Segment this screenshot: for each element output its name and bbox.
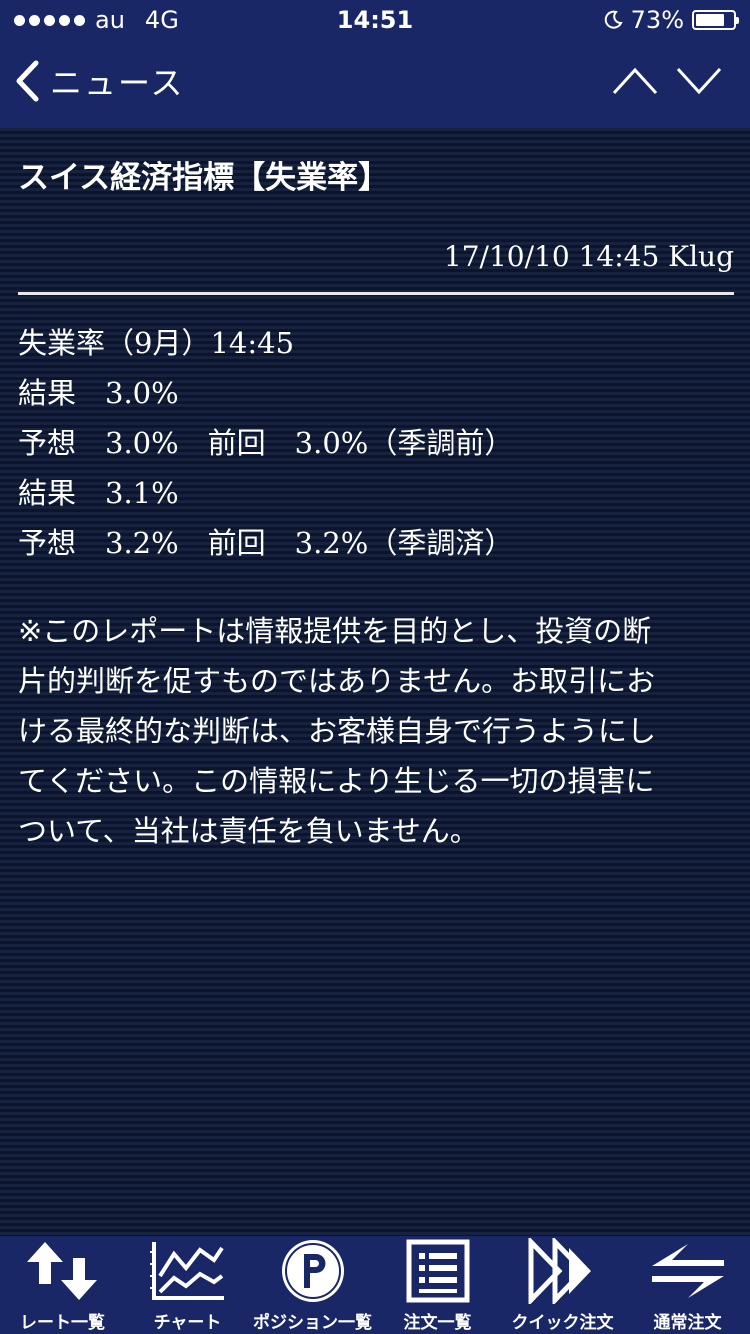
article-content: スイス経済指標【失業率】 17/10/10 14:45 Klug 失業率（9月）…: [0, 128, 750, 1236]
body-line: 結果 3.0%: [18, 376, 179, 410]
body-line: 予想 3.2% 前回 3.2%（季調済）: [18, 526, 514, 560]
status-bar: au 4G 14:51 73%: [0, 0, 750, 40]
previous-article-button[interactable]: [612, 66, 658, 100]
tab-label: チャート: [153, 1313, 222, 1333]
tab-normal-order[interactable]: 通常注文: [625, 1236, 750, 1334]
battery-icon: [692, 10, 739, 30]
tab-rate-list[interactable]: レート一覧: [0, 1236, 125, 1334]
disclaimer-line: ついて、当社は責任を負いません。: [18, 814, 479, 848]
tab-position-list[interactable]: ポジション一覧: [250, 1236, 375, 1334]
disclaimer-line: 片的判断を促すものではありません。お取引にお: [18, 664, 656, 698]
tab-chart[interactable]: チャート: [125, 1236, 250, 1334]
back-button[interactable]: ニュース: [14, 58, 184, 104]
tab-label: ポジション一覧: [253, 1313, 372, 1333]
tab-label: 注文一覧: [403, 1313, 472, 1333]
nav-bar: ニュース: [0, 40, 750, 128]
moon-icon: [604, 10, 623, 29]
article-pager: [612, 66, 722, 100]
rate-list-icon: [26, 1242, 97, 1300]
chevron-down-icon: [676, 67, 722, 95]
battery-percent: 73%: [630, 6, 684, 34]
chart-icon: [149, 1242, 224, 1300]
article-title: スイス経済指標【失業率】: [18, 160, 390, 196]
body-line: 予想 3.0% 前回 3.0%（季調前）: [18, 426, 514, 460]
tab-label: レート一覧: [20, 1313, 105, 1333]
article-body: 失業率（9月）14:45 結果 3.0% 予想 3.0% 前回 3.0%（季調前…: [18, 318, 513, 568]
disclaimer-line: ※このレポートは情報提供を目的とし、投資の断: [18, 614, 652, 648]
article-meta: 17/10/10 14:45 Klug: [443, 240, 734, 273]
tab-order-list[interactable]: 注文一覧: [375, 1236, 500, 1334]
disclaimer: ※このレポートは情報提供を目的とし、投資の断 片的判断を促すものではありません。…: [18, 606, 734, 856]
tab-quick-order[interactable]: クイック注文: [500, 1236, 625, 1334]
tab-label: 通常注文: [653, 1313, 722, 1333]
divider: [18, 292, 734, 295]
tab-label: クイック注文: [511, 1313, 614, 1333]
tab-bar: レート一覧 チャート ポジション一覧 注文一覧 クイック注文 通常注文: [0, 1236, 750, 1334]
body-line: 結果 3.1%: [18, 476, 179, 510]
normal-order-icon: [651, 1244, 724, 1298]
quick-order-icon: [528, 1238, 591, 1304]
status-right: 73%: [603, 6, 739, 34]
body-line: 失業率（9月）14:45: [18, 326, 295, 360]
chevron-up-icon: [612, 67, 658, 95]
position-icon: [281, 1240, 344, 1302]
next-article-button[interactable]: [676, 66, 722, 100]
disclaimer-line: てください。この情報により生じる一切の損害に: [18, 764, 655, 798]
back-label: ニュース: [50, 64, 185, 102]
order-list-icon: [406, 1239, 469, 1303]
chevron-left-icon: [16, 60, 39, 102]
disclaimer-line: ける最終的な判断は、お客様自身で行うようにし: [18, 714, 657, 748]
